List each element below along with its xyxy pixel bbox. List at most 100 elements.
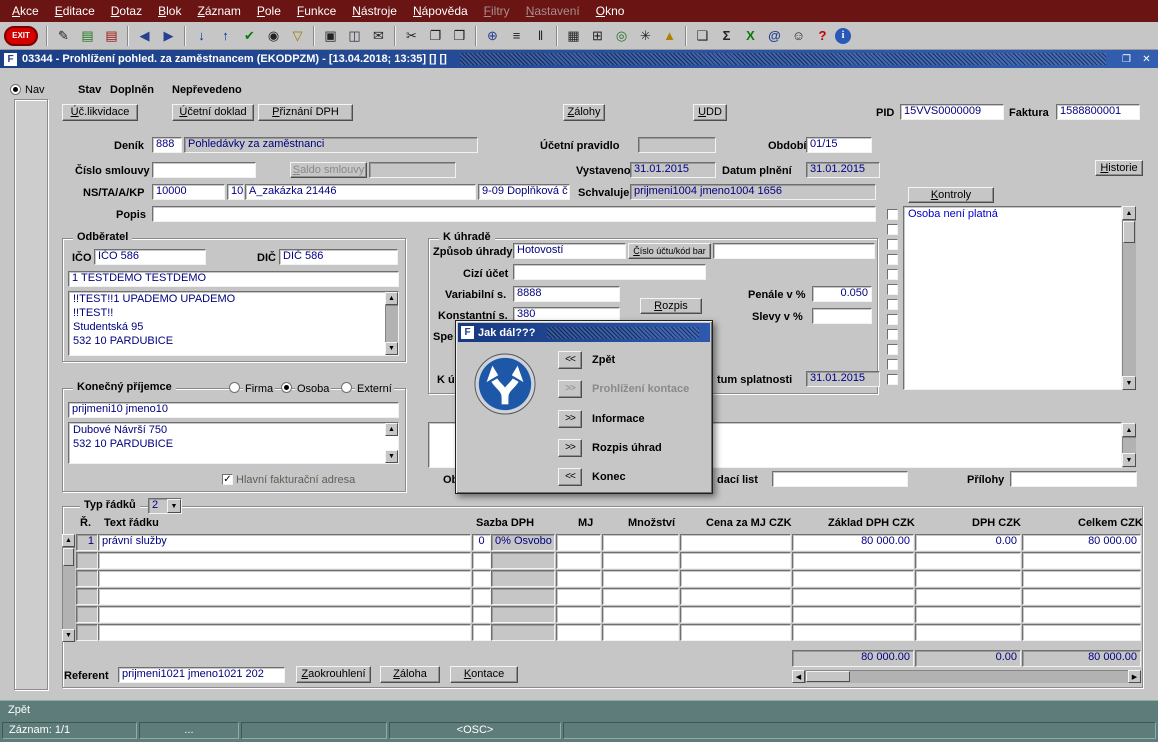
scrollbar-thumb[interactable] xyxy=(1123,221,1135,243)
table-cell[interactable] xyxy=(472,588,491,605)
table-cell[interactable] xyxy=(680,570,791,587)
table-cell-zaklad[interactable]: 80 000.00 xyxy=(792,534,914,551)
ns-field-4[interactable]: 9-09 Doplňková č xyxy=(478,184,570,200)
table-cell[interactable] xyxy=(98,624,471,641)
scroll-right-icon[interactable]: ▶ xyxy=(1128,670,1141,683)
table-cell[interactable] xyxy=(915,606,1021,623)
scrollbar-thumb[interactable] xyxy=(806,671,850,682)
rozpis-uhrad-button-label[interactable]: Rozpis úhrad xyxy=(592,442,662,454)
scroll-up-icon[interactable]: ▲ xyxy=(62,534,75,547)
table-cell[interactable] xyxy=(1022,606,1141,623)
table-cell[interactable] xyxy=(98,570,471,587)
table-cell[interactable] xyxy=(76,552,98,569)
penale-field[interactable]: 0.050 xyxy=(812,286,872,302)
table-cell[interactable] xyxy=(792,606,914,623)
nav-panel[interactable] xyxy=(14,99,48,690)
table-cell[interactable] xyxy=(98,552,471,569)
dic-field[interactable]: DIČ 586 xyxy=(279,249,398,265)
kontroly-checkbox[interactable] xyxy=(887,254,898,265)
scroll-down-icon[interactable]: ▼ xyxy=(62,629,75,642)
table-cell-cena[interactable] xyxy=(680,534,791,551)
scroll-up-icon[interactable]: ▲ xyxy=(1122,423,1136,437)
zaokrouhleni-button[interactable]: Zaokrouhlení xyxy=(296,666,371,683)
table-cell[interactable] xyxy=(915,552,1021,569)
vystaveno-field[interactable]: 31.01.2015 xyxy=(630,162,716,178)
search-icon[interactable]: ◉ xyxy=(262,25,285,47)
list-icon[interactable]: ≡ xyxy=(505,25,528,47)
odberatel-name-field[interactable]: 1 TESTDEMO TESTDEMO xyxy=(68,271,399,287)
zaloha-button[interactable]: Záloha xyxy=(380,666,440,683)
obdobi-field[interactable]: 01/15 xyxy=(806,137,872,153)
table-cell[interactable] xyxy=(76,606,98,623)
excel-icon[interactable]: X xyxy=(739,25,762,47)
table-cell[interactable] xyxy=(915,570,1021,587)
kontroly-checkbox[interactable] xyxy=(887,299,898,310)
menu-item-dotaz[interactable]: Dotaz xyxy=(103,1,150,21)
menu-item-akce[interactable]: Akce xyxy=(4,1,47,21)
prijemce-name-field[interactable]: prijmeni10 jmeno10 xyxy=(68,402,399,418)
kontroly-checkbox[interactable] xyxy=(887,374,898,385)
table-cell[interactable] xyxy=(792,570,914,587)
scroll-down-icon[interactable]: ▼ xyxy=(1122,453,1136,467)
table-cell-sazba-text[interactable]: 0% Osvobo xyxy=(491,534,555,551)
table-cell[interactable] xyxy=(556,570,601,587)
historie-button[interactable]: Historie xyxy=(1095,160,1143,176)
scroll-left-icon[interactable]: ◀ xyxy=(792,670,805,683)
table-cell[interactable] xyxy=(472,624,491,641)
table-cell[interactable] xyxy=(472,606,491,623)
faktura-field[interactable]: 1588800001 xyxy=(1056,104,1140,120)
table-cell-text[interactable]: právní služby xyxy=(98,534,471,551)
table-cell[interactable] xyxy=(491,624,555,641)
menu-item-nastroje[interactable]: Nástroje xyxy=(344,1,405,21)
table-cell[interactable] xyxy=(792,588,914,605)
kontroly-checkbox[interactable] xyxy=(887,239,898,250)
table-cell-dph[interactable]: 0.00 xyxy=(915,534,1021,551)
table-cell[interactable] xyxy=(1022,588,1141,605)
next-page-icon[interactable]: ▶ xyxy=(157,25,180,47)
cislo-uctu-button[interactable]: Číslo účtu/kód bar xyxy=(628,243,711,259)
menu-item-blok[interactable]: Blok xyxy=(150,1,189,21)
scrollbar-track[interactable] xyxy=(805,670,1128,683)
table-cell[interactable] xyxy=(556,552,601,569)
kontroly-button[interactable]: Kontroly xyxy=(908,187,994,203)
dodaci-list-field[interactable] xyxy=(772,471,908,487)
uc-likvidace-button[interactable]: Úč.likvidace xyxy=(62,104,138,121)
calculator-icon[interactable]: ⊞ xyxy=(586,25,609,47)
table-cell-mnozstvi[interactable] xyxy=(602,534,679,551)
informace-glyph-button[interactable]: >> xyxy=(558,410,582,428)
kontroly-checkbox[interactable] xyxy=(887,314,898,325)
scrollbar-track[interactable] xyxy=(1122,437,1136,453)
zpet-button-label[interactable]: Zpět xyxy=(592,354,615,366)
columns-icon[interactable]: ‖ xyxy=(529,25,552,47)
table-cell[interactable] xyxy=(602,624,679,641)
table-cell[interactable] xyxy=(76,588,98,605)
table-cell[interactable] xyxy=(556,624,601,641)
table-cell[interactable] xyxy=(556,588,601,605)
table-cell[interactable] xyxy=(680,606,791,623)
restore-icon[interactable]: ❐ xyxy=(1119,54,1134,65)
sort-desc-icon[interactable]: ↑ xyxy=(214,25,237,47)
popis-field[interactable] xyxy=(152,206,876,222)
table-cell[interactable] xyxy=(491,570,555,587)
cislo-smlouvy-field[interactable] xyxy=(152,162,256,178)
table-cell[interactable] xyxy=(680,552,791,569)
menu-item-okno[interactable]: Okno xyxy=(588,1,633,21)
prijemce-address-field[interactable]: Dubové Návrší 750 532 10 PARDUBICE xyxy=(68,422,399,464)
prilohy-field[interactable] xyxy=(1010,471,1137,487)
ucetni-doklad-button[interactable]: Účetní doklad xyxy=(172,104,254,121)
kontroly-list[interactable]: Osoba není platná xyxy=(903,206,1122,390)
datum-splatnosti-field[interactable]: 31.01.2015 xyxy=(806,371,880,387)
bug-icon[interactable]: ✳ xyxy=(634,25,657,47)
scroll-down-icon[interactable]: ▼ xyxy=(1122,376,1136,390)
web-icon[interactable]: @ xyxy=(763,25,786,47)
ns-field-1[interactable]: 10000 xyxy=(152,184,225,200)
open-book-icon[interactable]: ▤ xyxy=(76,25,99,47)
kontroly-checkbox[interactable] xyxy=(887,344,898,355)
osoba-radio[interactable] xyxy=(281,382,292,393)
ucet-field[interactable] xyxy=(713,243,875,259)
table-cell[interactable] xyxy=(491,588,555,605)
rozpis-button[interactable]: Rozpis xyxy=(640,298,702,314)
preview-icon[interactable]: ◫ xyxy=(343,25,366,47)
calendar-icon[interactable]: ▦ xyxy=(562,25,585,47)
scrollbar-thumb[interactable] xyxy=(63,548,74,566)
